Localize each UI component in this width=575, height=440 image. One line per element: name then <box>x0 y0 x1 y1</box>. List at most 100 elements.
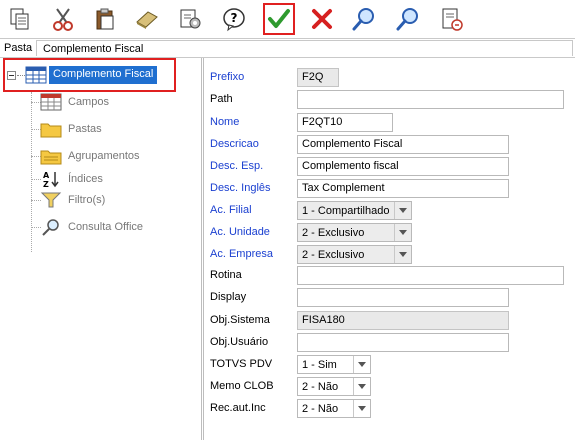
memo-clob-value: 2 - Não <box>302 381 339 393</box>
nome-field[interactable]: F2QT10 <box>297 113 393 132</box>
chevron-down-icon[interactable] <box>353 400 370 417</box>
ac-empresa-select[interactable]: 2 - Exclusivo <box>297 245 412 264</box>
tree-item-indices[interactable]: AZ Índices <box>40 169 103 189</box>
path-label: Path <box>210 93 233 105</box>
ac-unidade-select[interactable]: 2 - Exclusivo <box>297 223 412 242</box>
erase-icon <box>136 11 158 29</box>
tree-item-agrupamentos[interactable]: Agrupamentos <box>40 146 140 166</box>
desc-ingles-label: Desc. Inglês <box>210 182 271 194</box>
properties-button[interactable] <box>174 3 206 35</box>
ac-empresa-value: 2 - Exclusivo <box>302 249 365 261</box>
magnifier-icon <box>40 218 62 236</box>
folder-group-icon <box>40 147 62 165</box>
copy-icon <box>10 8 29 30</box>
chevron-down-icon[interactable] <box>394 202 411 219</box>
row-desc-esp: Desc. Esp. <box>210 156 296 176</box>
search-button[interactable] <box>348 3 380 35</box>
row-desc-ingles: Desc. Inglês <box>210 178 296 198</box>
rec-aut-inc-select[interactable]: 2 - Não <box>297 399 371 418</box>
chevron-down-icon[interactable] <box>353 356 370 373</box>
properties-form: Prefixo F2Q Path Nome F2QT10 Descricao C… <box>203 58 575 440</box>
ac-filial-select[interactable]: 1 - Compartilhado <box>297 201 412 220</box>
rec-aut-inc-label: Rec.aut.Inc <box>210 402 266 414</box>
rotina-label: Rotina <box>210 269 242 281</box>
copy-button[interactable] <box>4 3 36 35</box>
totvs-pdv-label: TOTVS PDV <box>210 358 273 370</box>
totvs-pdv-value: 1 - Sim <box>302 359 337 371</box>
chevron-down-icon[interactable] <box>353 378 370 395</box>
chevron-down-icon[interactable] <box>394 224 411 241</box>
svg-text:?: ? <box>231 11 238 25</box>
tree-item-campos[interactable]: Campos <box>40 92 109 112</box>
cut-button[interactable] <box>47 3 79 35</box>
collapse-icon[interactable] <box>7 71 16 80</box>
folder-icon <box>40 120 62 138</box>
table-icon <box>25 66 47 84</box>
cancel-button[interactable] <box>306 3 338 35</box>
descricao-field[interactable]: Complemento Fiscal <box>297 135 509 154</box>
desc-ingles-field[interactable]: Tax Complement <box>297 179 509 198</box>
exit-icon <box>442 8 463 31</box>
tree-item-filtros[interactable]: Filtro(s) <box>40 190 105 210</box>
search-next-icon <box>396 8 418 31</box>
row-path: Path <box>210 89 296 109</box>
svg-text:A: A <box>43 171 50 180</box>
obj-sistema-field[interactable]: FISA180 <box>297 311 509 330</box>
search-icon <box>352 8 374 31</box>
filter-icon <box>40 191 62 209</box>
help-button[interactable]: ? <box>218 3 250 35</box>
obj-usuario-field[interactable] <box>297 333 509 352</box>
ac-filial-value: 1 - Compartilhado <box>302 205 390 217</box>
desc-esp-label: Desc. Esp. <box>210 160 264 172</box>
rec-aut-inc-value: 2 - Não <box>302 403 339 415</box>
help-icon: ? <box>223 8 245 32</box>
obj-usuario-label: Obj.Usuário <box>210 336 269 348</box>
path-field[interactable] <box>297 90 564 109</box>
paste-button[interactable] <box>89 3 121 35</box>
row-nome: Nome <box>210 112 296 132</box>
tree-item-label: Consulta Office <box>68 221 144 233</box>
svg-text:Z: Z <box>43 180 49 188</box>
cut-icon <box>53 8 73 31</box>
path-bar-value: Complemento Fiscal <box>36 40 573 56</box>
tree-item-label: Agrupamentos <box>68 150 140 162</box>
obj-sistema-label: Obj.Sistema <box>210 314 270 326</box>
row-memo-clob: Memo CLOB <box>210 376 296 396</box>
row-obj-usuario: Obj.Usuário <box>210 332 296 352</box>
erase-button[interactable] <box>131 3 163 35</box>
descricao-label: Descricao <box>210 138 259 150</box>
confirm-icon <box>268 9 290 28</box>
desc-esp-field[interactable]: Complemento fiscal <box>297 157 509 176</box>
prefixo-label: Prefixo <box>210 71 245 83</box>
toolbar: ? <box>0 0 575 38</box>
ac-empresa-label: Ac. Empresa <box>210 248 273 260</box>
rotina-field[interactable] <box>297 266 564 285</box>
row-ac-filial: Ac. Filial <box>210 200 296 220</box>
row-rotina: Rotina <box>210 265 296 285</box>
nome-label: Nome <box>210 116 240 128</box>
confirm-button[interactable] <box>263 3 295 35</box>
row-display: Display <box>210 287 296 307</box>
tree-connector <box>31 92 32 252</box>
ac-unidade-value: 2 - Exclusivo <box>302 227 365 239</box>
tree-item-label: Filtro(s) <box>68 194 106 206</box>
tree-item-label: Pastas <box>68 123 102 135</box>
totvs-pdv-select[interactable]: 1 - Sim <box>297 355 371 374</box>
memo-clob-label: Memo CLOB <box>210 380 274 392</box>
ac-filial-label: Ac. Filial <box>210 204 252 216</box>
tree-root-highlight[interactable]: Complemento Fiscal <box>3 58 176 92</box>
tree-item-pastas[interactable]: Pastas <box>40 119 102 139</box>
tree-item-consulta-office[interactable]: Consulta Office <box>40 217 143 237</box>
row-prefixo: Prefixo <box>210 67 296 87</box>
exit-button[interactable] <box>436 3 468 35</box>
memo-clob-select[interactable]: 2 - Não <box>297 377 371 396</box>
path-bar-label: Pasta <box>4 42 33 54</box>
display-field[interactable] <box>297 288 509 307</box>
tree-connector <box>17 75 25 76</box>
search-next-button[interactable] <box>392 3 424 35</box>
prefixo-field[interactable]: F2Q <box>297 68 339 87</box>
tree-root-label[interactable]: Complemento Fiscal <box>49 66 158 84</box>
display-label: Display <box>210 291 247 303</box>
path-bar: Pasta Complemento Fiscal <box>0 38 575 58</box>
chevron-down-icon[interactable] <box>394 246 411 263</box>
